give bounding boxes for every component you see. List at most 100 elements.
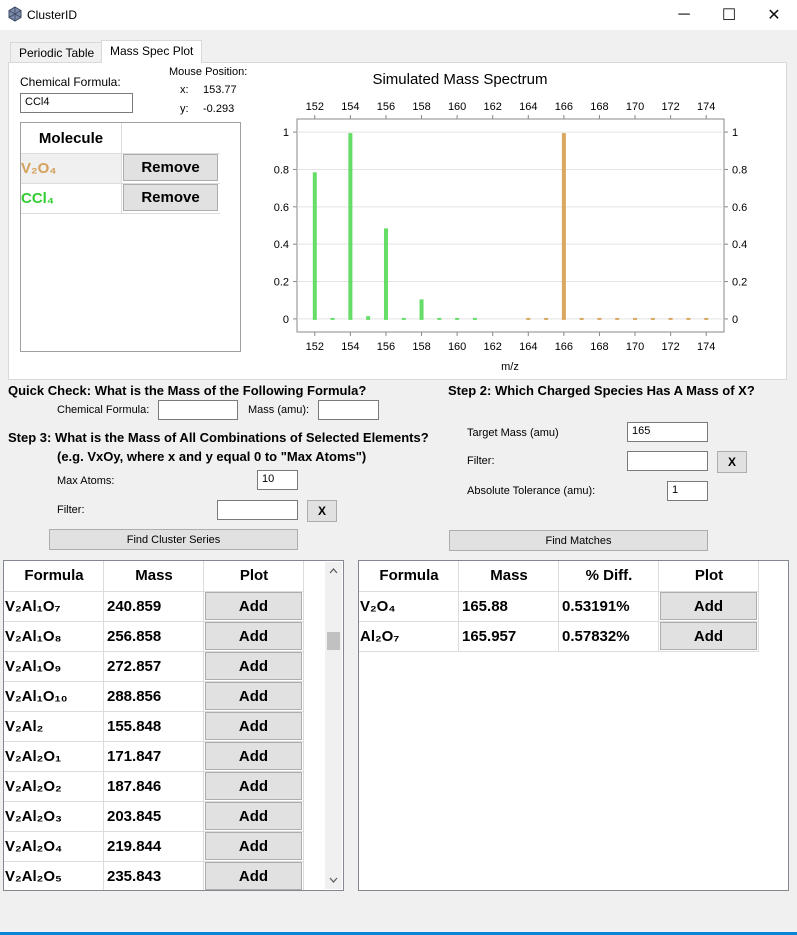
spectrum-bar (348, 133, 353, 320)
step2-title: Step 2: Which Charged Species Has A Mass… (448, 383, 755, 398)
cluster-row-formula: V₂Al₂O₁ (5, 747, 62, 765)
y-tick-label-right: 0 (732, 314, 738, 326)
match-row-diff: 0.57832% (562, 627, 630, 645)
cluster-header-plot: Plot (239, 567, 269, 584)
scrollbar-thumb[interactable] (327, 632, 340, 650)
y-tick-label-right: 1 (732, 127, 738, 139)
x-tick-label: 170 (626, 341, 644, 353)
minimize-button[interactable]: ─ (661, 0, 707, 30)
cluster-row-mass: 235.843 (107, 867, 162, 885)
cluster-row-mass: 219.844 (107, 837, 162, 855)
window-title: ClusterID (27, 8, 78, 22)
cluster-row-mass: 187.846 (107, 777, 162, 795)
spectrum-bar (668, 317, 673, 320)
y-tick-label: 1 (283, 127, 289, 139)
plot-area (296, 118, 725, 333)
add-to-plot-button[interactable]: Add (205, 652, 302, 680)
x-tick-label: 166 (555, 341, 573, 353)
y-tick-label-right: 0.6 (732, 202, 747, 214)
quick-mass-output[interactable] (318, 400, 379, 420)
add-to-plot-button[interactable]: Add (205, 862, 302, 890)
x-tick-label: 154 (341, 341, 359, 353)
chart-title: Simulated Mass Spectrum (372, 71, 547, 88)
step3-filter-label: Filter: (57, 504, 85, 516)
add-to-plot-button[interactable]: Add (205, 832, 302, 860)
mass-spectrum-chart[interactable]: Simulated Mass Spectrum 0 0 0.2 0.2 0.4 0.4 0.… (262, 64, 785, 376)
x-axis-label: m/z (501, 361, 519, 373)
cluster-row-mass: 240.859 (107, 597, 162, 615)
maximize-button[interactable]: ☐ (706, 0, 752, 30)
mouse-y-label: y: (180, 103, 189, 115)
add-to-plot-button[interactable]: Add (205, 772, 302, 800)
add-to-plot-button[interactable]: Add (205, 682, 302, 710)
match-header-diff: % Diff. (585, 567, 633, 584)
tab-periodic-table[interactable]: Periodic Table (10, 42, 104, 62)
quick-formula-label: Chemical Formula: (57, 404, 150, 416)
cluster-row-mass: 155.848 (107, 717, 162, 735)
step3-filter-input[interactable] (217, 500, 298, 520)
cluster-row-formula: V₂Al₁O₈ (5, 627, 62, 645)
cluster-row-formula: V₂Al₁O₁₀ (5, 687, 68, 705)
step2-filter-input[interactable] (627, 451, 708, 471)
x-tick-label: 160 (448, 341, 466, 353)
x-tick-label: 164 (519, 341, 537, 353)
mouse-x-value: 153.77 (203, 84, 237, 96)
quick-check-title: Quick Check: What is the Mass of the Fol… (8, 383, 367, 398)
remove-button[interactable]: Remove (123, 154, 218, 181)
y-tick-label: 0.6 (274, 202, 289, 214)
add-to-plot-button[interactable]: Add (205, 742, 302, 770)
mouse-x-label: x: (180, 84, 189, 96)
spectrum-bar (615, 317, 620, 320)
molecule-row-formula: CCl₄ (21, 190, 54, 207)
cluster-header-formula: Formula (24, 567, 84, 584)
tab-mass-spec-plot[interactable]: Mass Spec Plot (101, 40, 203, 63)
cluster-row-formula: V₂Al₁O₉ (5, 657, 62, 675)
step2-clear-filter-button[interactable]: X (717, 451, 747, 473)
max-atoms-input[interactable]: 10 (257, 470, 298, 490)
x-tick-label: 172 (661, 341, 679, 353)
spectrum-bar (330, 317, 335, 320)
close-button[interactable]: ✕ (751, 0, 797, 30)
find-matches-button[interactable]: Find Matches (449, 530, 708, 551)
spectrum-bar (686, 317, 691, 320)
add-to-plot-button[interactable]: Add (660, 622, 757, 650)
cluster-table-scrollbar[interactable] (325, 562, 342, 889)
remove-button[interactable]: Remove (123, 184, 218, 211)
y-tick-label-right: 0.4 (732, 239, 747, 251)
target-mass-input[interactable]: 165 (627, 422, 708, 442)
spectrum-bar (419, 299, 424, 320)
quick-formula-input[interactable] (158, 400, 238, 420)
cluster-row-mass: 288.856 (107, 687, 162, 705)
formula-input[interactable]: CCl4 (20, 93, 133, 113)
add-to-plot-button[interactable]: Add (205, 802, 302, 830)
y-tick-label: 0.4 (274, 239, 289, 251)
target-mass-label: Target Mass (amu) (467, 427, 559, 439)
add-to-plot-button[interactable]: Add (205, 592, 302, 620)
step3-subtitle: (e.g. VxOy, where x and y equal 0 to "Ma… (57, 449, 367, 464)
x-tick-label-top: 164 (519, 101, 537, 113)
x-tick-label: 156 (377, 341, 395, 353)
match-row-diff: 0.53191% (562, 597, 630, 615)
add-to-plot-button[interactable]: Add (660, 592, 757, 620)
x-tick-label-top: 168 (590, 101, 608, 113)
spectrum-bar (455, 317, 460, 320)
find-cluster-series-button[interactable]: Find Cluster Series (49, 529, 298, 550)
add-to-plot-button[interactable]: Add (205, 712, 302, 740)
x-tick-label-top: 162 (484, 101, 502, 113)
tolerance-label: Absolute Tolerance (amu): (467, 485, 596, 497)
x-tick-label-top: 156 (377, 101, 395, 113)
x-tick-label-top: 154 (341, 101, 359, 113)
x-tick-label-top: 170 (626, 101, 644, 113)
cluster-row-mass: 272.857 (107, 657, 162, 675)
cluster-row-formula: V₂Al₂O₄ (5, 837, 63, 855)
spectrum-bar (633, 317, 638, 320)
step3-clear-filter-button[interactable]: X (307, 500, 337, 522)
tolerance-input[interactable]: 1 (667, 481, 708, 501)
add-to-plot-button[interactable]: Add (205, 622, 302, 650)
max-atoms-label: Max Atoms: (57, 475, 115, 487)
mouse-y-value: -0.293 (203, 103, 235, 115)
spectrum-bar (366, 316, 371, 320)
x-tick-label-top: 158 (412, 101, 430, 113)
spectrum-bar (526, 317, 531, 320)
spectrum-bar (544, 317, 549, 320)
